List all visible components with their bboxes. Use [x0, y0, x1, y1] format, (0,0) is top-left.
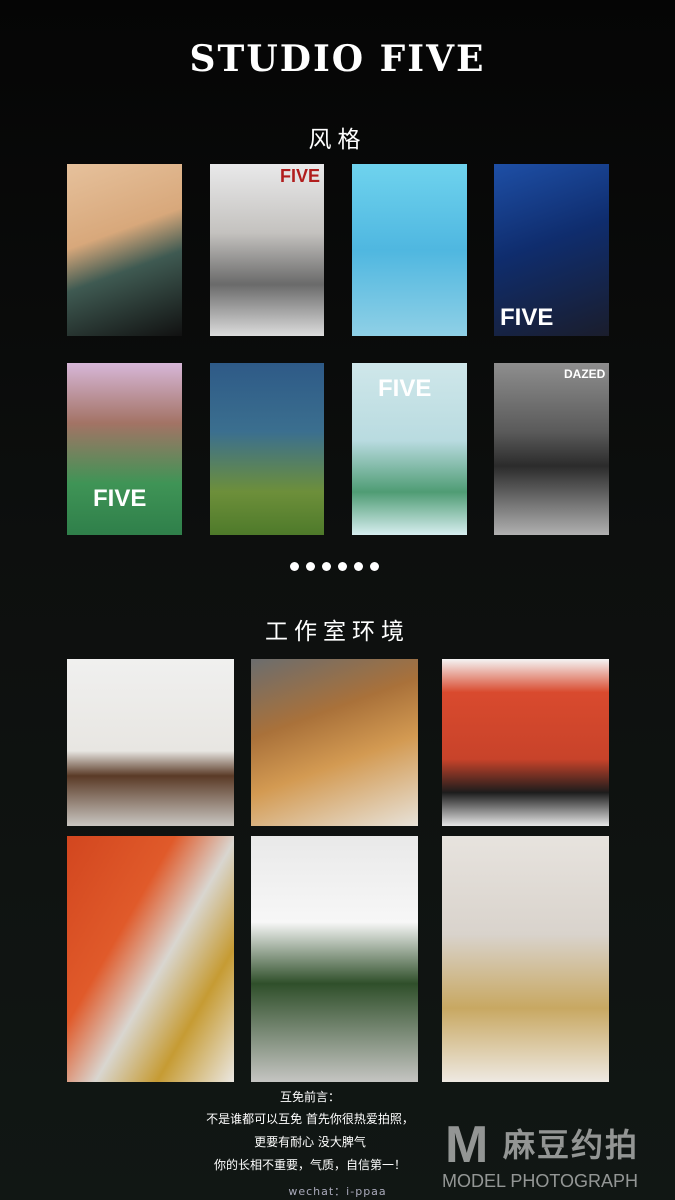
photo-watermark-label: FIVE [93, 485, 147, 512]
studio-photo[interactable] [442, 836, 609, 1082]
style-photo[interactable] [67, 164, 182, 336]
studio-photo[interactable] [251, 659, 418, 826]
style-photo[interactable]: FIVE [210, 164, 324, 336]
style-photo[interactable]: DAZED [494, 363, 609, 535]
photo-watermark-label: FIVE [378, 375, 432, 402]
carousel-dot[interactable] [354, 562, 363, 571]
carousel-dot[interactable] [322, 562, 331, 571]
carousel-dot[interactable] [290, 562, 299, 571]
carousel-dots[interactable] [290, 562, 379, 571]
watermark-logo-icon: M [445, 1116, 489, 1174]
studio-photo[interactable] [67, 659, 234, 826]
carousel-dot[interactable] [338, 562, 347, 571]
photo-watermark-label: DAZED [564, 367, 606, 381]
style-photo[interactable]: FIVE [352, 363, 467, 535]
carousel-dot[interactable] [370, 562, 379, 571]
notes-heading: 互免前言： [279, 1090, 340, 1104]
style-photo[interactable]: FIVE [67, 363, 182, 535]
style-photo[interactable] [352, 164, 467, 336]
notes-line-3: 你的长相不重要，气质，自信第一！ [213, 1158, 406, 1172]
carousel-dot[interactable] [306, 562, 315, 571]
section-title-studio: 工作室环境 [265, 619, 410, 645]
studio-photo[interactable] [251, 836, 418, 1082]
page-title: STUDIO FIVE [189, 38, 486, 80]
watermark-brand-cn: 麻豆约拍 [503, 1126, 640, 1164]
section-title-style: 风格 [308, 127, 367, 153]
notes-line-1: 不是谁都可以互免 首先你很热爱拍照， [206, 1112, 414, 1126]
notes-line-2: 更要有耐心 没大脾气 [254, 1135, 366, 1149]
style-photo[interactable]: FIVE [494, 164, 609, 336]
watermark-brand-en: MODEL PHOTOGRAPH [442, 1171, 639, 1191]
studio-photo[interactable] [442, 659, 609, 826]
photo-watermark-label: FIVE [280, 166, 321, 186]
photo-watermark-label: FIVE [500, 304, 554, 331]
studio-photo[interactable] [67, 836, 234, 1082]
style-photo[interactable] [210, 363, 324, 535]
